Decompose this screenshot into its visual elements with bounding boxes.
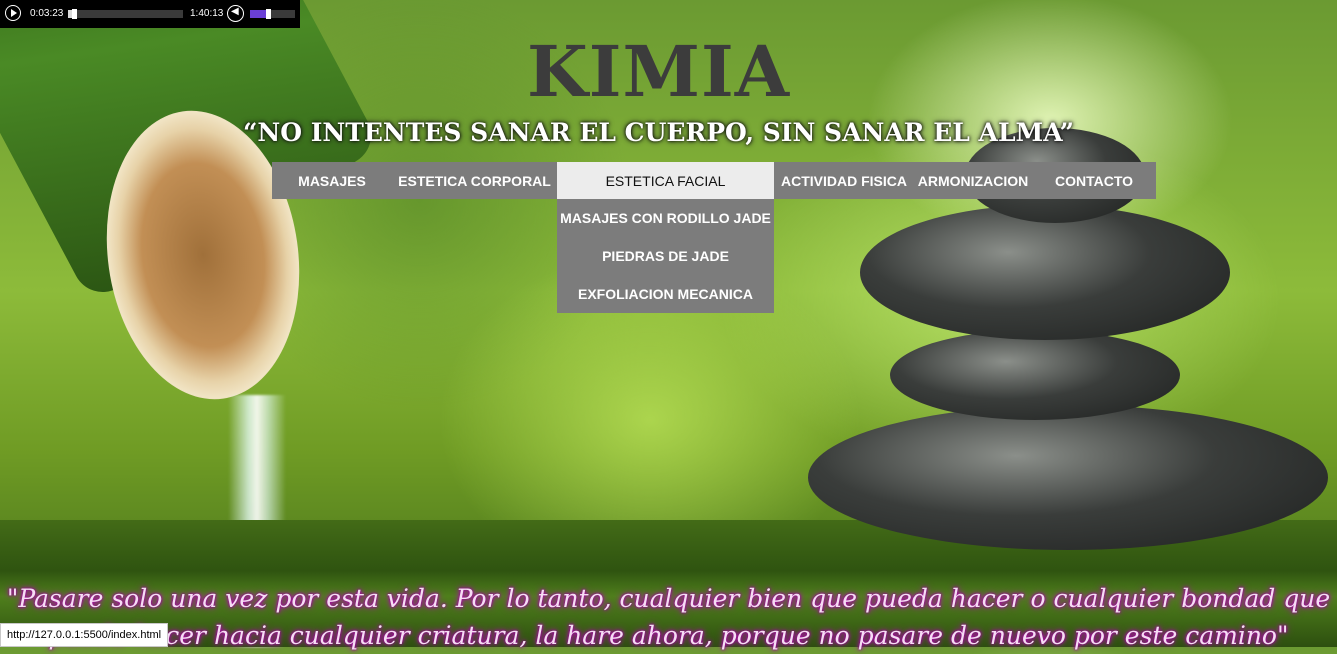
main-nav: MASAJES ESTETICA CORPORAL ESTETICA FACIA… [272,162,1156,313]
volume-slider-fill [250,10,266,18]
seek-bar[interactable] [68,9,183,19]
nav-item-masajes[interactable]: MASAJES [272,162,392,199]
stone-image [808,405,1328,550]
stone-image [890,330,1180,420]
volume-icon[interactable] [227,5,244,22]
nav-item-actividad-fisica[interactable]: ACTIVIDAD FISICA [774,162,914,199]
nav-item-estetica-facial[interactable]: ESTETICA FACIAL MASAJES CON RODILLO JADE… [557,162,774,313]
submenu-item-piedras-jade[interactable]: PIEDRAS DE JADE [557,237,774,275]
seek-bar-thumb[interactable] [71,9,77,19]
volume-slider[interactable] [250,9,295,19]
status-bar-url: http://127.0.0.1:5500/index.html [0,623,169,647]
total-time: 1:40:13 [190,8,224,19]
site-logo: KIMIA [526,30,791,113]
nav-item-estetica-corporal[interactable]: ESTETICA CORPORAL [392,162,557,199]
submenu-item-masajes-rodillo-jade[interactable]: MASAJES CON RODILLO JADE [557,199,774,237]
stone-image [860,205,1230,340]
play-icon[interactable] [5,5,21,21]
nav-item-contacto[interactable]: CONTACTO [1032,162,1156,199]
header-quote: “NO INTENTES SANAR EL CUERPO, SIN SANAR … [242,118,1075,147]
dropdown-menu: MASAJES CON RODILLO JADE PIEDRAS DE JADE… [557,199,774,313]
nav-item-label: ESTETICA FACIAL [605,172,726,189]
volume-slider-thumb[interactable] [265,9,271,19]
footer-quote-line: "Pasare solo una vez por esta vida. Por … [6,584,1331,613]
footer-quote: "Pasare solo una vez por esta vida. Por … [0,580,1337,654]
nav-item-armonizacion[interactable]: ARMONIZACION [914,162,1032,199]
submenu-item-exfoliacion-mecanica[interactable]: EXFOLIACION MECANICA [557,275,774,313]
audio-player: 0:03:23 1:40:13 [0,0,300,28]
current-time: 0:03:23 [30,8,64,19]
footer-quote-line: pueda hacer hacia cualquier criatura, la… [48,621,1289,650]
